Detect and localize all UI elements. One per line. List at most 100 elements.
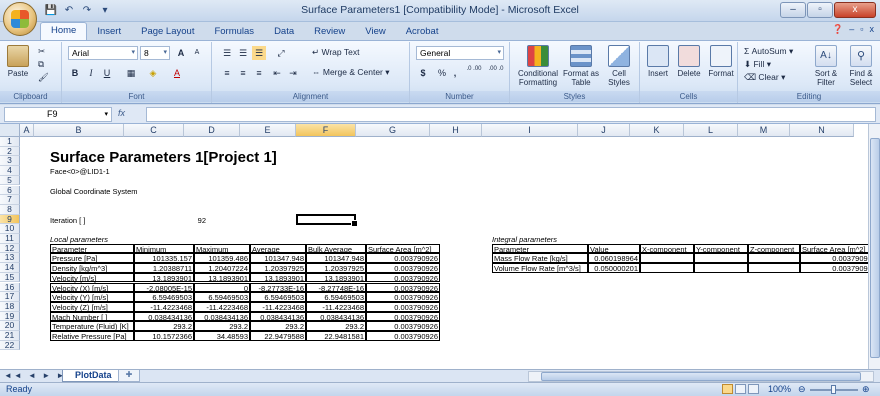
align-middle-icon[interactable]: ☰ — [236, 46, 250, 60]
increase-decimal-button[interactable]: .0 .00 — [464, 66, 484, 80]
sheet-tab-plotdata[interactable]: PlotData — [62, 370, 125, 382]
restore-button[interactable]: ▫ — [807, 2, 833, 18]
align-bottom-icon[interactable]: ☰ — [252, 46, 266, 60]
selected-cell-f9[interactable] — [296, 213, 358, 227]
wrap-text-button[interactable]: ↵ Wrap Text — [312, 47, 359, 58]
tab-page-layout[interactable]: Page Layout — [131, 24, 204, 40]
column-header-m[interactable]: M — [738, 124, 790, 137]
copy-icon[interactable]: ⧉ — [38, 59, 44, 70]
integral-param-value: 0.003790926 — [800, 263, 868, 273]
tab-view[interactable]: View — [355, 24, 395, 40]
delete-cells-button[interactable]: Delete — [674, 45, 704, 78]
ribbon-close-icon[interactable]: x — [870, 24, 875, 35]
column-header-n[interactable]: N — [790, 124, 854, 137]
cut-icon[interactable]: ✂ — [38, 46, 45, 57]
worksheet-grid[interactable]: A B C D E F G H I J K L M N 1 2 3 4 5 6 7 8 9 10 11 12 13 14 15 16 17 1… — [0, 124, 868, 369]
vertical-scroll-thumb[interactable] — [870, 138, 880, 358]
page-layout-view-icon[interactable] — [735, 384, 746, 394]
orientation-icon[interactable]: ⤢ — [272, 46, 290, 60]
conditional-formatting-button[interactable]: Conditional Formatting — [516, 45, 560, 87]
column-header-l[interactable]: L — [684, 124, 738, 137]
fill-color-icon[interactable]: ◈ — [144, 66, 162, 80]
sort-filter-button[interactable]: A↓ Sort & Filter — [808, 45, 844, 87]
column-header-e[interactable]: E — [240, 124, 296, 137]
format-painter-icon[interactable]: 🖌 — [38, 72, 49, 83]
close-button[interactable]: x — [834, 2, 876, 18]
sort-icon: A↓ — [815, 45, 837, 67]
tab-acrobat[interactable]: Acrobat — [396, 24, 449, 40]
shrink-font-button[interactable]: A — [190, 46, 204, 60]
font-size-select[interactable]: 8 ▾ — [140, 46, 170, 60]
column-header-g[interactable]: G — [356, 124, 430, 137]
zoom-level[interactable]: 100% — [768, 384, 791, 394]
underline-button[interactable]: U — [100, 66, 114, 80]
zoom-slider-knob[interactable] — [831, 385, 836, 394]
local-param-value: 0.003790926 — [366, 331, 440, 341]
zoom-in-icon[interactable]: ⊕ — [862, 384, 870, 395]
formula-input[interactable] — [146, 107, 876, 122]
grow-font-button[interactable]: A — [174, 46, 188, 60]
increase-indent-icon[interactable]: ⇥ — [286, 66, 300, 80]
align-left-icon[interactable]: ≡ — [220, 66, 234, 80]
autosum-button[interactable]: Σ AutoSum ▾ — [744, 46, 793, 57]
italic-button[interactable]: I — [84, 66, 98, 80]
page-break-view-icon[interactable] — [748, 384, 759, 394]
vertical-scrollbar[interactable] — [868, 124, 880, 369]
column-header-a[interactable]: A — [20, 124, 34, 137]
align-top-icon[interactable]: ☰ — [220, 46, 234, 60]
column-header-c[interactable]: C — [124, 124, 184, 137]
chevron-down-icon: ▾ — [131, 49, 135, 56]
align-right-icon[interactable]: ≡ — [252, 66, 266, 80]
local-parameters-label: Local parameters — [50, 235, 108, 244]
local-param-value: 0.003790926 — [366, 263, 440, 273]
office-button[interactable] — [3, 2, 37, 36]
tab-data[interactable]: Data — [264, 24, 304, 40]
font-color-icon[interactable]: A — [168, 66, 186, 80]
decrease-indent-icon[interactable]: ⇤ — [270, 66, 284, 80]
comma-button[interactable]: , — [450, 66, 460, 80]
horizontal-scrollbar[interactable] — [528, 371, 874, 382]
normal-view-icon[interactable] — [722, 384, 733, 394]
insert-function-icon[interactable]: fx — [118, 108, 125, 118]
column-header-b[interactable]: B — [34, 124, 124, 137]
tab-review[interactable]: Review — [304, 24, 355, 40]
align-center-icon[interactable]: ≡ — [236, 66, 250, 80]
cell-styles-button[interactable]: Cell Styles — [602, 45, 636, 87]
column-header-k[interactable]: K — [630, 124, 684, 137]
row-header-22[interactable]: 22 — [0, 340, 20, 351]
minimize-button[interactable]: – — [780, 2, 806, 18]
bold-button[interactable]: B — [68, 66, 82, 80]
format-cells-button[interactable]: Format — [706, 45, 736, 78]
name-box[interactable]: F9 ▾ — [4, 107, 112, 122]
decrease-decimal-button[interactable]: .00 .0 — [486, 66, 506, 80]
column-header-d[interactable]: D — [184, 124, 240, 137]
column-header-f[interactable]: F — [296, 124, 356, 137]
merge-center-button[interactable]: ⇔ Merge & Center ▾ — [312, 67, 390, 78]
find-select-button[interactable]: ⚲ Find & Select — [844, 45, 878, 87]
paste-button[interactable]: Paste — [4, 45, 32, 78]
font-name-select[interactable]: Arial ▾ — [68, 46, 138, 60]
insert-sheet-icon[interactable]: ✚ — [118, 370, 140, 382]
number-format-select[interactable]: General ▾ — [416, 46, 504, 60]
borders-icon[interactable]: ▦ — [122, 66, 140, 80]
help-icon[interactable]: ❓ — [832, 24, 843, 35]
local-param-value: 13.1893901 — [306, 272, 366, 283]
tab-formulas[interactable]: Formulas — [204, 24, 264, 40]
ribbon-minimize-icon[interactable]: – — [849, 24, 854, 35]
currency-button[interactable]: $ — [416, 66, 430, 80]
tab-home[interactable]: Home — [40, 22, 88, 40]
column-header-i[interactable]: I — [482, 124, 578, 137]
fill-button[interactable]: ⬇ Fill ▾ — [744, 59, 771, 70]
integral-param-value: 0.003790926 — [800, 253, 868, 263]
column-header-h[interactable]: H — [430, 124, 482, 137]
ribbon-restore-icon[interactable]: ▫ — [860, 24, 863, 35]
format-as-table-button[interactable]: Format as Table — [562, 45, 600, 87]
percent-button[interactable]: % — [436, 66, 448, 80]
zoom-slider[interactable] — [810, 385, 858, 394]
column-header-j[interactable]: J — [578, 124, 630, 137]
clear-button[interactable]: ⌫ Clear ▾ — [744, 72, 785, 83]
tab-insert[interactable]: Insert — [87, 24, 131, 40]
zoom-out-icon[interactable]: ⊖ — [798, 384, 806, 395]
insert-cells-button[interactable]: Insert — [644, 45, 672, 78]
horizontal-scroll-thumb[interactable] — [541, 372, 861, 381]
